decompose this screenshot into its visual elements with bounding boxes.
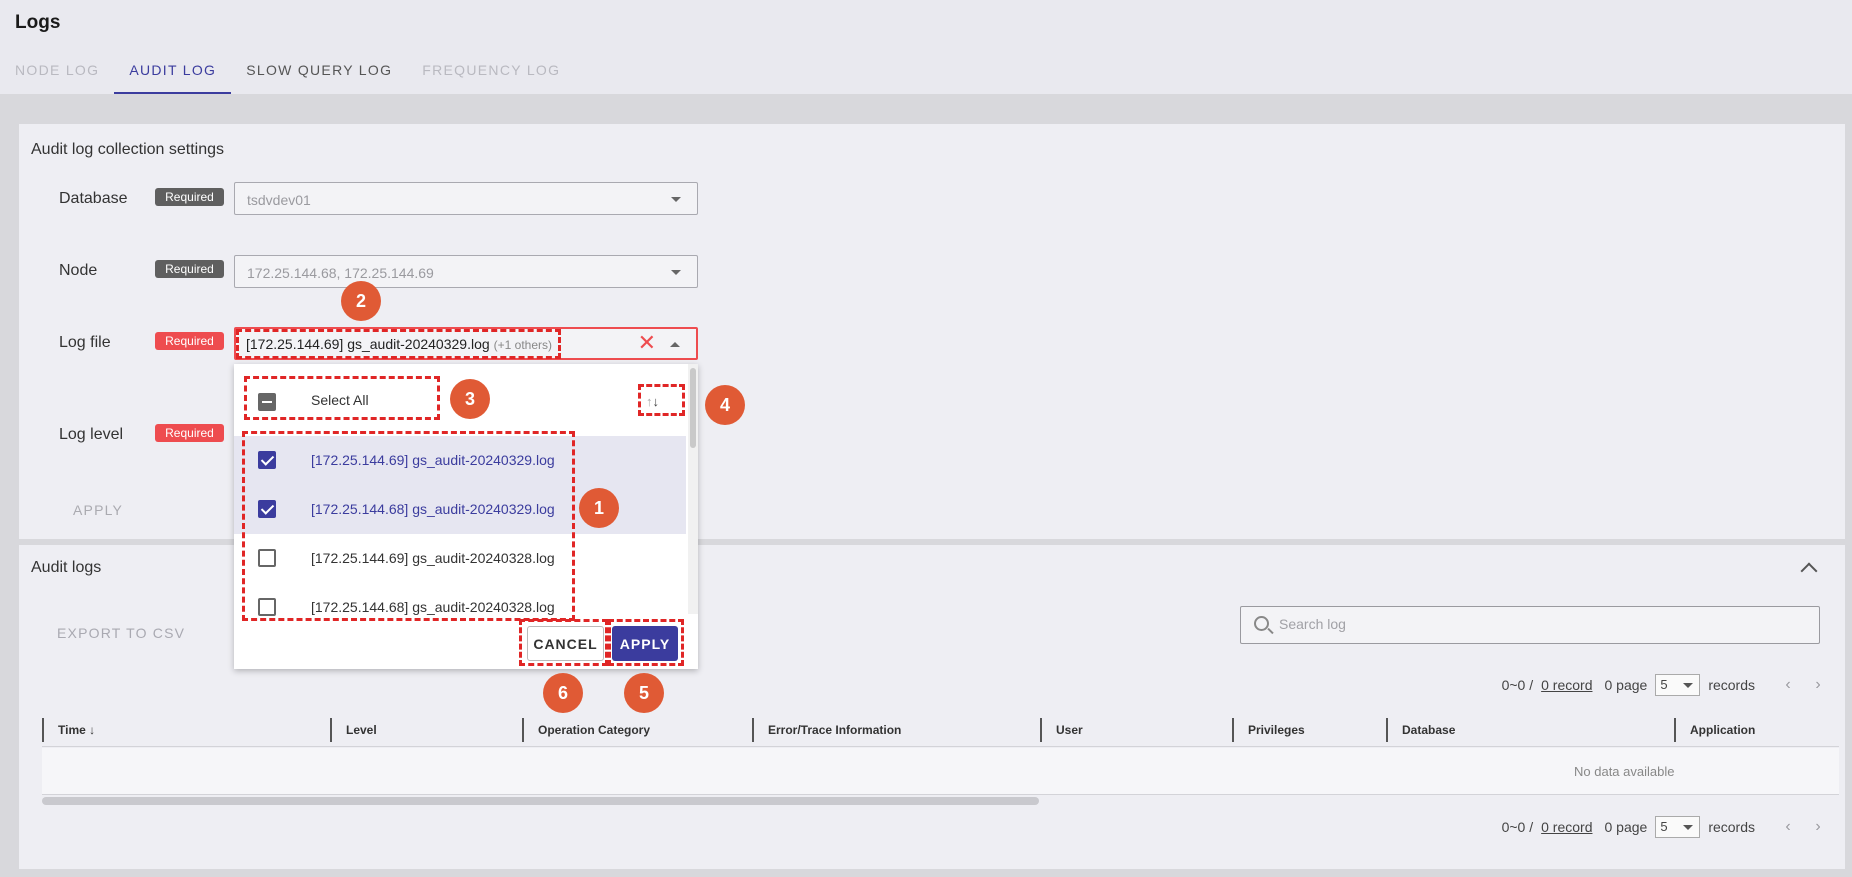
chevron-right-icon[interactable]: ›: [1807, 818, 1829, 836]
column-user[interactable]: User: [1040, 713, 1232, 747]
column-time-label: Time: [58, 723, 86, 737]
sort-arrow-icon: ↓: [89, 723, 96, 737]
page-size-select[interactable]: 5: [1655, 674, 1701, 696]
tab-frequency-log[interactable]: FREQUENCY LOG: [407, 52, 575, 94]
required-badge-error: Required: [155, 332, 224, 350]
horizontal-scrollbar[interactable]: [42, 797, 1039, 805]
sort-toggle[interactable]: ↑↓: [646, 394, 659, 409]
page-header: Logs NODE LOG AUDIT LOG SLOW QUERY LOG F…: [0, 0, 1852, 94]
log-file-label: Log file: [59, 334, 111, 351]
log-file-select[interactable]: [172.25.144.69] gs_audit-20240329.log (+1…: [234, 327, 698, 360]
column-operation-category[interactable]: Operation Category: [522, 713, 752, 747]
callout-4: 4: [705, 385, 745, 425]
pager-record-link[interactable]: 0 record: [1541, 677, 1592, 693]
list-item[interactable]: [172.25.144.69] gs_audit-20240329.log: [234, 436, 686, 485]
column-time[interactable]: Time ↓: [42, 713, 330, 747]
search-icon: [1254, 616, 1269, 631]
database-value: tsdvdev01: [247, 192, 311, 208]
item-checkbox[interactable]: [258, 451, 276, 469]
search-box: [1240, 606, 1820, 644]
node-select[interactable]: 172.25.144.68, 172.25.144.69: [234, 255, 698, 288]
node-value: 172.25.144.68, 172.25.144.69: [247, 265, 434, 281]
item-label: [172.25.144.68] gs_audit-20240329.log: [311, 501, 555, 517]
chevron-left-icon[interactable]: ‹: [1777, 676, 1799, 694]
callout-2: 2: [341, 281, 381, 321]
item-label: [172.25.144.69] gs_audit-20240329.log: [311, 452, 555, 468]
pager-page: 0 page: [1604, 677, 1648, 693]
log-file-selected: [172.25.144.69] gs_audit-20240329.log: [246, 336, 490, 352]
select-all-checkbox[interactable]: [258, 393, 276, 411]
chevron-left-icon[interactable]: ‹: [1777, 818, 1799, 836]
pager-record-link[interactable]: 0 record: [1541, 819, 1592, 835]
column-error-trace[interactable]: Error/Trace Information: [752, 713, 1040, 747]
callout-5: 5: [624, 673, 664, 713]
required-badge: Required: [155, 188, 224, 206]
pager-records-label: records: [1708, 819, 1755, 835]
search-input[interactable]: [1279, 616, 1799, 632]
audit-logs-title: Audit logs: [31, 559, 102, 576]
database-label: Database: [59, 190, 128, 207]
required-badge: Required: [155, 260, 224, 278]
log-file-value: [172.25.144.69] gs_audit-20240329.log (+1…: [246, 336, 552, 352]
dropdown-scrollbar[interactable]: [688, 364, 698, 614]
chevron-right-icon[interactable]: ›: [1807, 676, 1829, 694]
list-item[interactable]: [172.25.144.69] gs_audit-20240328.log: [234, 534, 686, 583]
callout-1: 1: [579, 488, 619, 528]
item-checkbox[interactable]: [258, 500, 276, 518]
chevron-down-icon: [671, 270, 681, 275]
select-all-label[interactable]: Select All: [311, 392, 369, 408]
pager-page: 0 page: [1604, 819, 1648, 835]
list-item[interactable]: [172.25.144.68] gs_audit-20240328.log: [234, 583, 686, 623]
pager-range: 0~0 /: [1501, 677, 1534, 693]
column-database[interactable]: Database: [1386, 713, 1674, 747]
chevron-up-icon[interactable]: [670, 342, 680, 347]
database-select[interactable]: tsdvdev01: [234, 182, 698, 215]
settings-apply-button[interactable]: APPLY: [73, 502, 123, 518]
item-label: [172.25.144.69] gs_audit-20240328.log: [311, 550, 555, 566]
no-data-message: No data available: [1574, 764, 1675, 779]
arrow-down-icon: ↓: [652, 394, 660, 409]
log-level-label: Log level: [59, 426, 124, 443]
pager-range: 0~0 /: [1501, 819, 1534, 835]
chevron-up-icon[interactable]: [1800, 562, 1818, 580]
node-label: Node: [59, 262, 98, 279]
tab-slow-query-log[interactable]: SLOW QUERY LOG: [231, 52, 407, 94]
export-csv-button[interactable]: EXPORT TO CSV: [57, 625, 185, 641]
bottom-pager: 0~0 / 0 record 0 page 5 records ‹ ›: [1502, 816, 1829, 838]
tab-node-log[interactable]: NODE LOG: [0, 52, 114, 94]
page-title: Logs: [15, 12, 61, 33]
column-application[interactable]: Application: [1674, 713, 1839, 747]
top-pager: 0~0 / 0 record 0 page 5 records ‹ ›: [1502, 674, 1829, 696]
column-privileges[interactable]: Privileges: [1232, 713, 1386, 747]
page-size-select[interactable]: 5: [1655, 816, 1701, 838]
settings-title: Audit log collection settings: [31, 141, 224, 158]
required-badge-error: Required: [155, 424, 224, 442]
clear-icon[interactable]: ✕: [638, 332, 656, 354]
chevron-down-icon: [671, 197, 681, 202]
item-label: [172.25.144.68] gs_audit-20240328.log: [311, 599, 555, 615]
item-checkbox[interactable]: [258, 598, 276, 616]
column-level[interactable]: Level: [330, 713, 522, 747]
table-header: Time ↓ Level Operation Category Error/Tr…: [42, 713, 1839, 747]
cancel-button[interactable]: CANCEL: [527, 626, 604, 661]
apply-button[interactable]: APPLY: [612, 626, 678, 661]
callout-6: 6: [543, 673, 583, 713]
pager-records-label: records: [1708, 677, 1755, 693]
log-tabs: NODE LOG AUDIT LOG SLOW QUERY LOG FREQUE…: [0, 52, 575, 94]
tab-audit-log[interactable]: AUDIT LOG: [114, 52, 232, 94]
log-file-extra-count: (+1 others): [493, 338, 553, 352]
table-body: No data available: [42, 748, 1839, 795]
callout-3: 3: [450, 379, 490, 419]
item-checkbox[interactable]: [258, 549, 276, 567]
